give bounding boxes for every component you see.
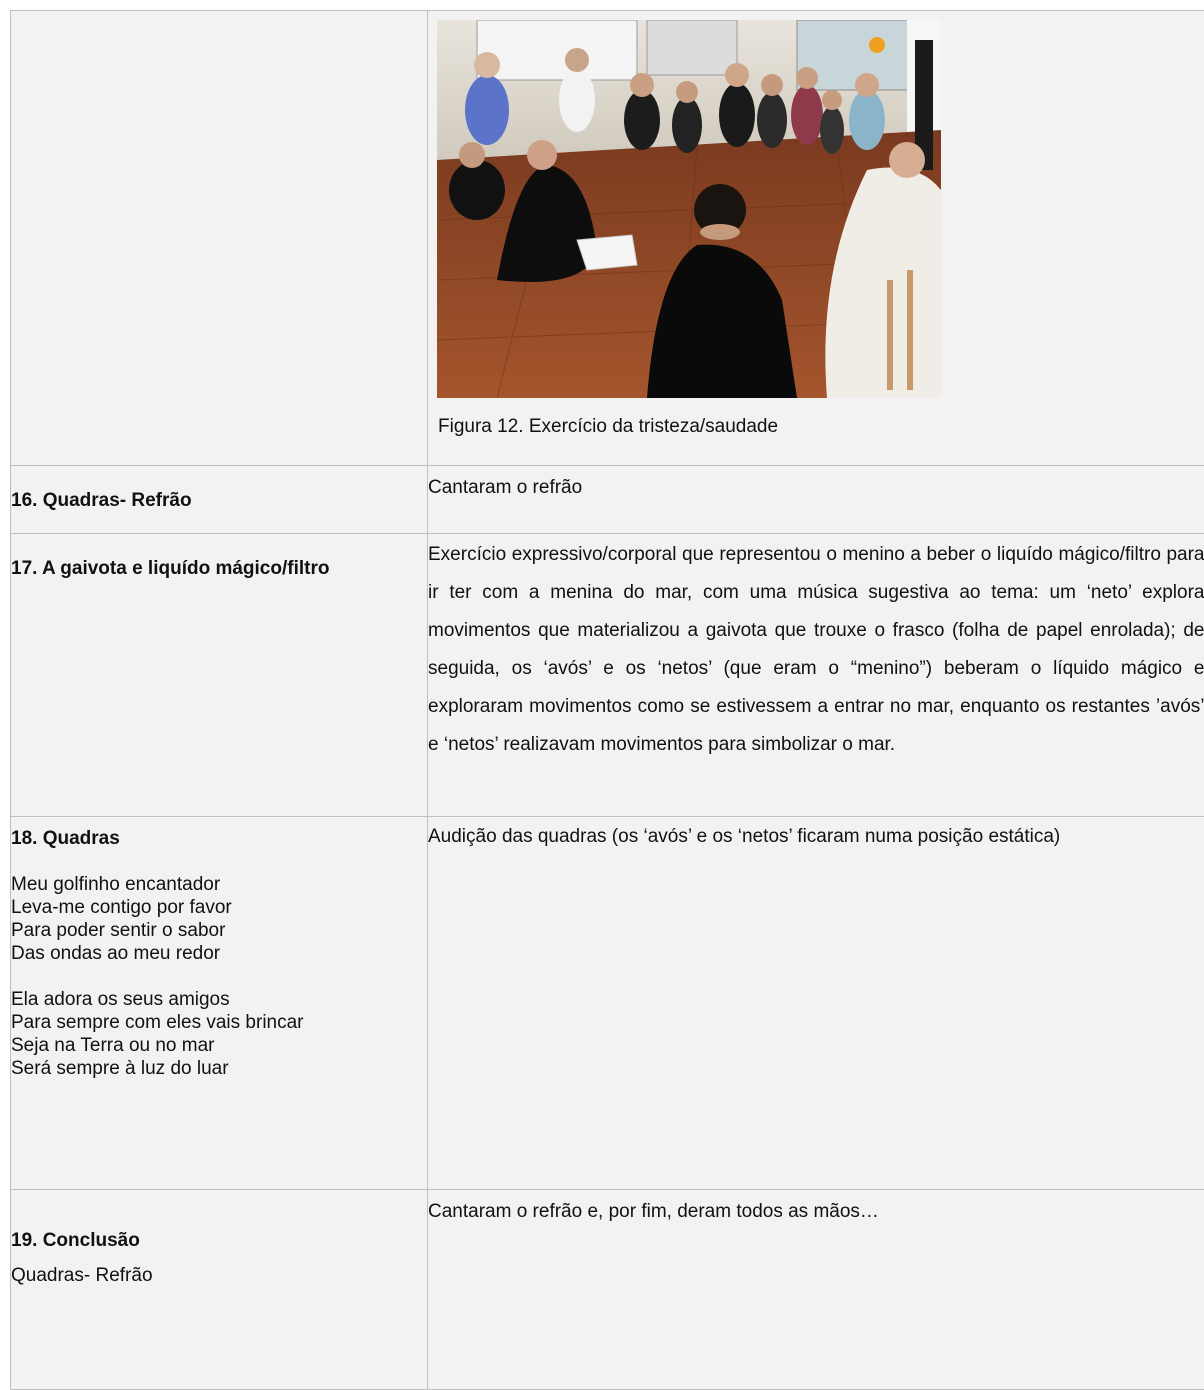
poem-line: Seja na Terra ou no mar <box>11 1034 427 1057</box>
row-title-cell: 16. Quadras- Refrão <box>11 466 428 534</box>
row-title: 18. Quadras <box>11 827 427 850</box>
poem-line: Será sempre à luz do luar <box>11 1057 427 1080</box>
row-description: Cantaram o refrão <box>428 476 1204 499</box>
figure-cell: Figura 12. Exercício da tristeza/saudade <box>428 11 1204 466</box>
table-row-figure: Figura 12. Exercício da tristeza/saudade <box>11 11 1204 466</box>
row-description: Audição das quadras (os ‘avós’ e os ‘net… <box>428 818 1204 856</box>
poem-line: Meu golfinho encantador <box>11 873 427 896</box>
table-row-18: 18. Quadras Meu golfinho encantador Leva… <box>11 817 1204 1190</box>
poem-line: Para poder sentir o sabor <box>11 919 427 942</box>
row-description: Exercício expressivo/corporal que repres… <box>428 536 1204 764</box>
row-subtitle: Quadras- Refrão <box>11 1264 427 1287</box>
empty-cell <box>11 11 428 466</box>
row-title: 17. A gaivota e liquído mágico/filtro <box>11 557 427 580</box>
activity-table: Figura 12. Exercício da tristeza/saudade… <box>10 10 1204 1390</box>
row-title-cell: 19. Conclusão Quadras- Refrão <box>11 1190 428 1390</box>
row-description-cell: Exercício expressivo/corporal que repres… <box>428 534 1204 817</box>
poem-line: Ela adora os seus amigos <box>11 988 427 1011</box>
poem-stanza-2: Ela adora os seus amigos Para sempre com… <box>11 988 427 1080</box>
table-row-19: 19. Conclusão Quadras- Refrão Cantaram o… <box>11 1190 1204 1390</box>
row-title: 19. Conclusão <box>11 1229 427 1252</box>
row-title-cell: 18. Quadras Meu golfinho encantador Leva… <box>11 817 428 1190</box>
poem-line: Das ondas ao meu redor <box>11 942 427 965</box>
poem-line: Leva-me contigo por favor <box>11 896 427 919</box>
row-description-cell: Audição das quadras (os ‘avós’ e os ‘net… <box>428 817 1204 1190</box>
row-description-cell: Cantaram o refrão <box>428 466 1204 534</box>
row-description-cell: Cantaram o refrão e, por fim, deram todo… <box>428 1190 1204 1390</box>
poem-line: Para sempre com eles vais brincar <box>11 1011 427 1034</box>
row-title-cell: 17. A gaivota e liquído mágico/filtro <box>11 534 428 817</box>
poem-stanza-1: Meu golfinho encantador Leva-me contigo … <box>11 873 427 965</box>
table-row-17: 17. A gaivota e liquído mágico/filtro Ex… <box>11 534 1204 817</box>
table-row-16: 16. Quadras- Refrão Cantaram o refrão <box>11 466 1204 534</box>
figure-caption: Figura 12. Exercício da tristeza/saudade <box>438 416 1204 460</box>
photo-image <box>437 20 941 398</box>
figure-photo <box>437 20 941 398</box>
row-description: Cantaram o refrão e, por fim, deram todo… <box>428 1200 1204 1223</box>
row-title: 16. Quadras- Refrão <box>11 489 427 512</box>
